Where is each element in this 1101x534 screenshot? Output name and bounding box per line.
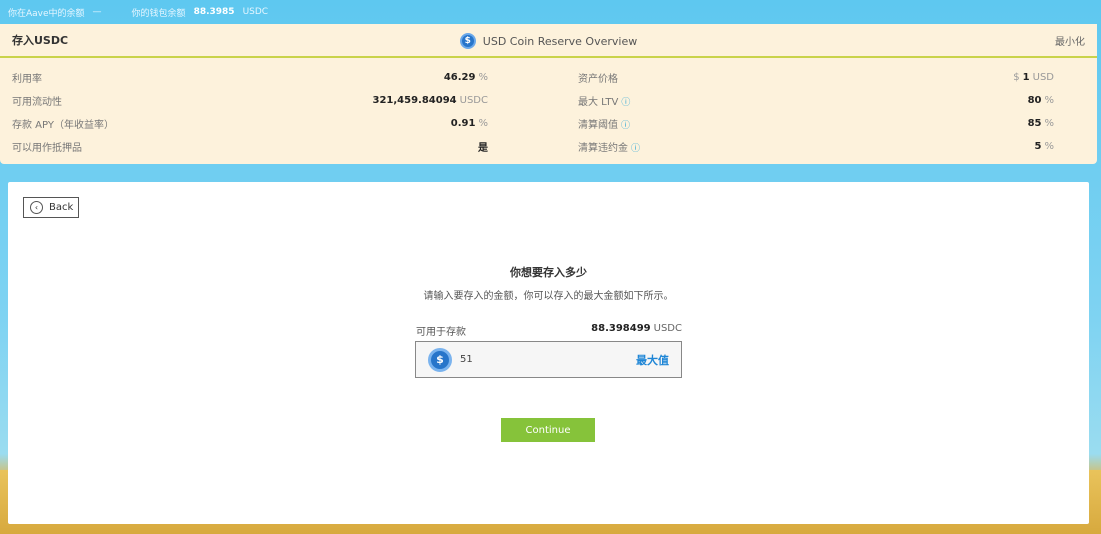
panel-title: 存入USDC [12,34,69,47]
stat-row-liquidation-threshold: 清算阈值 ⓘ 85% [578,112,1054,135]
stat-unit: % [478,72,488,83]
stat-label: 最大 LTV [578,97,619,108]
chevron-left-icon: ‹ [30,201,43,214]
stat-value: 80 [1027,95,1042,106]
stat-unit: USD [1032,72,1054,83]
panel-header: 存入USDC $ USD Coin Reserve Overview 最小化 [0,24,1097,58]
stat-value: 是 [478,143,488,154]
available-label: 可用于存款 [416,327,466,338]
stat-value: 85 [1027,118,1042,129]
stat-row-apy: 存款 APY（年收益率） 0.91% [12,112,488,135]
available-unit: USDC [653,323,682,334]
wallet-balance-label: 你的钱包余额 [131,8,186,19]
stat-unit: % [1044,95,1054,106]
deposit-heading: 你想要存入多少 [510,266,587,279]
stat-value: 46.29 [443,72,476,83]
stat-value: 1 [1022,72,1030,83]
aave-balance-label: 你在Aave中的余额 [8,8,85,19]
stat-unit: % [1044,141,1054,152]
stat-label: 清算违约金 [578,143,628,154]
stat-value: 0.91 [450,118,476,129]
max-button[interactable]: 最大值 [636,352,669,368]
wallet-balance-unit: USDC [242,7,269,17]
overview-title-text: USD Coin Reserve Overview [482,34,638,48]
stat-label: 资产价格 [578,74,618,85]
aave-balance-value: — [92,7,102,17]
stat-unit: USDC [459,95,488,106]
right-stats: 资产价格 $1 USD 最大 LTV ⓘ 80% 清算阈值 ⓘ 85% 清算违约金 ⓘ … [578,66,1054,158]
deposit-subtext: 请输入要存入的金额，你可以存入的最大金额如下所示。 [423,291,674,302]
usdc-coin-icon: $ [428,347,452,372]
info-icon[interactable]: ⓘ [621,121,630,131]
available-row: 可用于存款 88.398499 USDC [416,323,682,338]
balance-strip: 你在Aave中的余额 — 你的钱包余额 88.3985 USDC [0,0,1101,24]
stat-prefix: $ [1013,72,1020,83]
info-icon[interactable]: ⓘ [621,98,630,108]
stat-label: 可用流动性 [12,97,62,108]
back-label: Back [49,202,74,213]
continue-button[interactable]: Continue [501,418,595,442]
stat-label: 利用率 [12,74,42,85]
stat-label: 可以用作抵押品 [12,143,82,154]
left-stats: 利用率 46.29% 可用流动性 321,459.84094 USDC 存款 AP… [12,66,488,158]
reserve-stats: 利用率 46.29% 可用流动性 321,459.84094 USDC 存款 AP… [0,58,1097,158]
stat-row-liquidity: 可用流动性 321,459.84094 USDC [12,89,488,112]
amount-input[interactable] [460,354,610,365]
available-value: 88.398499 [591,323,651,334]
deposit-card: ‹ Back 你想要存入多少 请输入要存入的金额，你可以存入的最大金额如下所示。… [8,182,1089,524]
wallet-balance-value: 88.3985 [193,7,235,17]
stat-label: 清算阈值 [578,120,618,131]
stat-value: 321,459.84094 [372,95,457,106]
stat-value: 5 [1034,141,1042,152]
stat-label: 存款 APY（年收益率） [12,120,114,131]
stat-row-max-ltv: 最大 LTV ⓘ 80% [578,89,1054,112]
stat-row-collateral: 可以用作抵押品 是 [12,135,488,158]
stat-unit: % [1044,118,1054,129]
stat-row-utilization: 利用率 46.29% [12,66,488,89]
amount-field[interactable]: $ 最大值 [415,341,682,378]
back-button[interactable]: ‹ Back [23,197,79,218]
info-icon[interactable]: ⓘ [631,144,640,154]
reserve-overview-panel: 存入USDC $ USD Coin Reserve Overview 最小化 利… [0,24,1097,164]
usdc-coin-icon: $ [459,33,476,49]
reserve-overview-title: $ USD Coin Reserve Overview [0,24,1097,58]
stat-unit: % [478,118,488,129]
minimize-button[interactable]: 最小化 [1055,33,1085,48]
stat-row-liquidation-penalty: 清算违约金 ⓘ 5% [578,135,1054,158]
stat-row-price: 资产价格 $1 USD [578,66,1054,89]
